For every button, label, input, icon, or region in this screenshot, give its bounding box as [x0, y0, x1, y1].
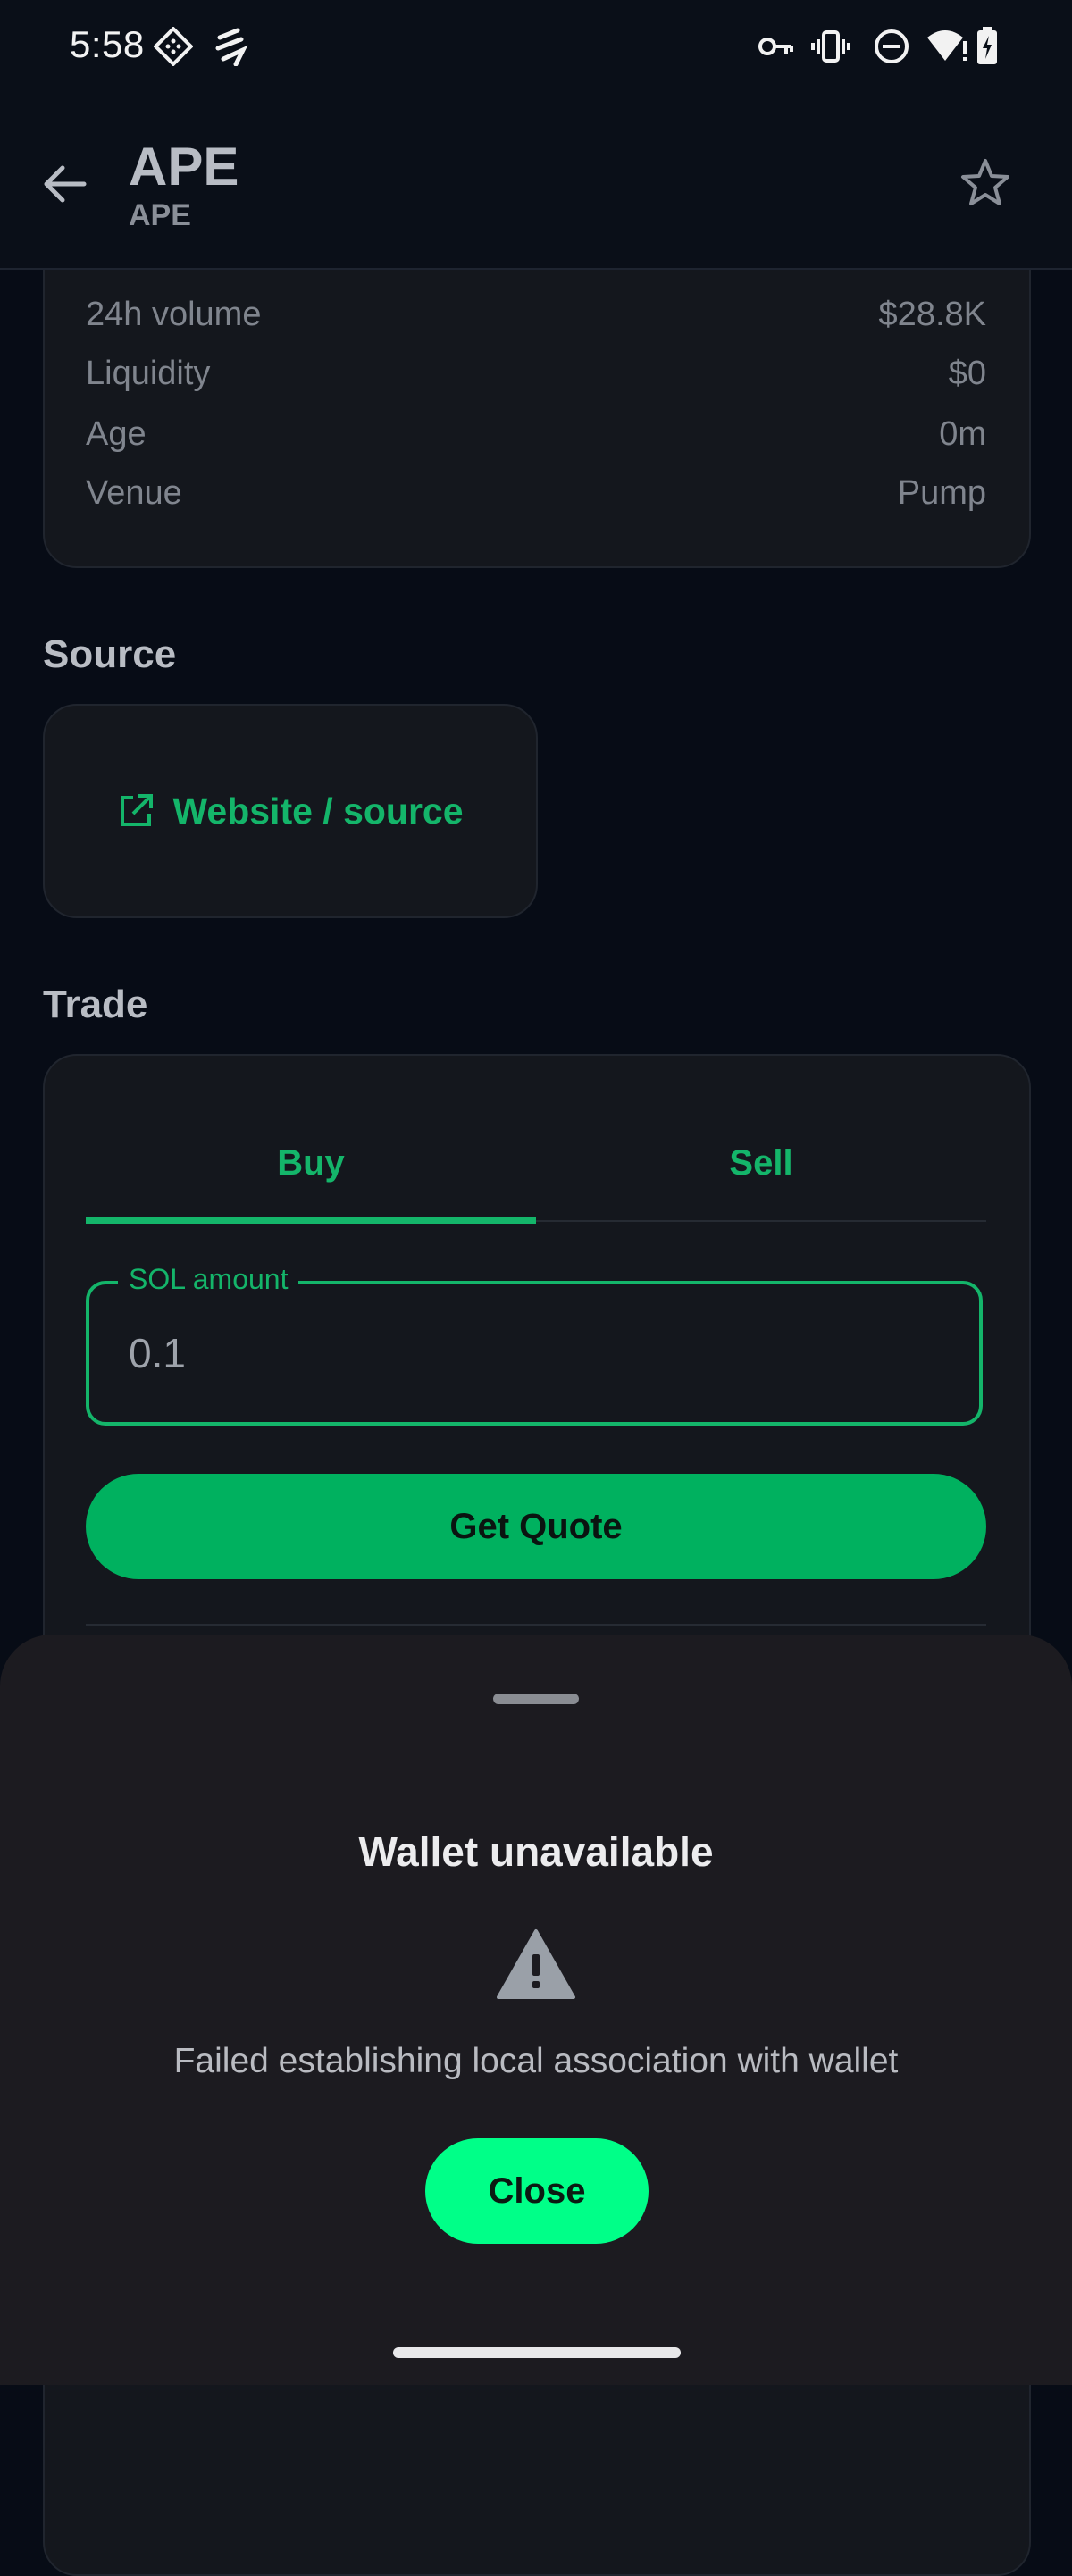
sol-amount-label: SOL amount: [118, 1263, 299, 1296]
stat-value: $28.8K: [878, 295, 986, 333]
wallet-error-sheet: [0, 1635, 1072, 2385]
warning-triangle-icon: [497, 1929, 575, 1999]
trade-section-title: Trade: [43, 983, 148, 1026]
tab-buy[interactable]: Buy: [86, 1127, 536, 1199]
gesture-nav-handle[interactable]: [393, 2347, 681, 2358]
close-button[interactable]: Close: [425, 2138, 649, 2244]
website-source-label: Website / source: [172, 790, 464, 832]
fast-notification-icon: [215, 28, 248, 66]
source-section-title: Source: [43, 632, 177, 676]
get-quote-button[interactable]: Get Quote: [86, 1474, 986, 1579]
stat-label: Age: [86, 414, 147, 453]
tab-underline-active: [86, 1217, 536, 1224]
status-time: 5:58: [70, 23, 145, 65]
external-link-icon: [121, 794, 154, 826]
stat-row-venue: Venue Pump: [86, 468, 986, 518]
stat-row-volume: 24h volume $28.8K: [86, 289, 986, 339]
stat-label: Venue: [86, 473, 182, 512]
website-source-link[interactable]: Website / source: [43, 704, 538, 918]
trade-divider: [86, 1624, 986, 1626]
do-not-disturb-icon: [875, 29, 909, 63]
vpn-key-icon: [758, 38, 793, 55]
sheet-error-message: Failed establishing local association wi…: [173, 2042, 899, 2080]
stat-row-liquidity: Liquidity $0: [86, 348, 986, 398]
diamond-grid-icon: [154, 27, 193, 66]
sheet-drag-handle[interactable]: [493, 1694, 579, 1704]
sol-amount-input[interactable]: [86, 1281, 983, 1426]
battery-charging-icon: [977, 27, 997, 64]
tab-sell[interactable]: Sell: [536, 1127, 986, 1199]
stat-value: Pump: [897, 473, 986, 512]
sol-amount-value[interactable]: 0.1: [129, 1329, 186, 1377]
arrow-left-icon[interactable]: [39, 163, 89, 205]
star-outline-icon[interactable]: [959, 157, 1011, 209]
token-title: APE: [129, 137, 239, 197]
stat-label: Liquidity: [86, 354, 211, 392]
stat-value: $0: [948, 354, 986, 392]
stat-value: 0m: [939, 414, 986, 453]
stat-row-age: Age 0m: [86, 409, 986, 459]
stat-label: 24h volume: [86, 295, 262, 333]
sheet-title: Wallet unavailable: [358, 1828, 714, 1875]
vibrate-icon: [811, 30, 850, 63]
token-symbol: APE: [129, 198, 191, 232]
wifi-alert-icon: [927, 30, 967, 61]
